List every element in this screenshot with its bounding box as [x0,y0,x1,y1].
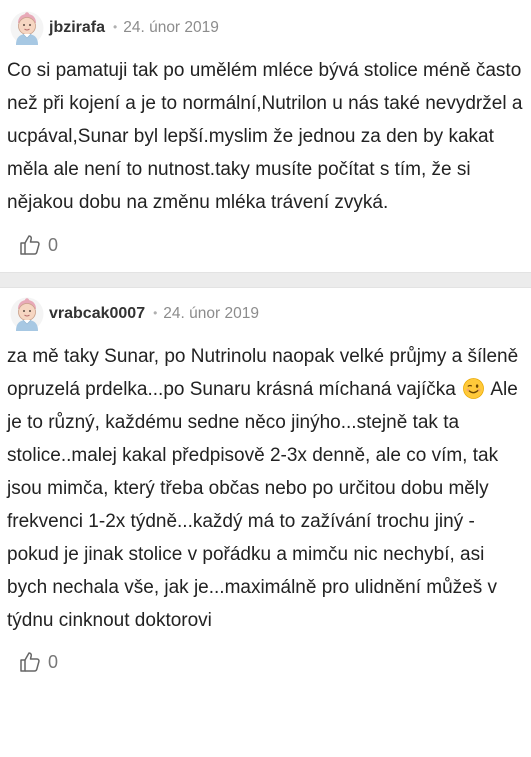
baby-avatar-icon[interactable] [10,11,44,45]
meta-separator: • [113,20,118,34]
comment-date: 24. únor 2019 [123,19,219,36]
baby-avatar-icon[interactable] [10,297,44,331]
comment-text-part: Ale je to různý, každému sedne něco jiný… [7,379,518,631]
winking-face-icon [463,378,485,399]
comment: jbzirafa • 24. únor 2019 Co si pamatuji … [0,0,531,260]
comment-divider [0,272,531,288]
comment-text-part: za mě taky Sunar, po Nutrinolu naopak ve… [7,346,519,400]
comment-header: jbzirafa • 24. únor 2019 [0,10,531,46]
comments-page: jbzirafa • 24. únor 2019 Co si pamatuji … [0,0,531,757]
comment: vrabcak0007 • 24. únor 2019 za mě taky S… [0,288,531,677]
comment-date: 24. únor 2019 [163,305,259,322]
like-count: 0 [48,651,59,672]
like-count: 0 [48,234,59,255]
comment-author[interactable]: jbzirafa [49,19,105,37]
like-row: 0 [0,230,531,260]
thumbs-up-icon[interactable] [18,650,42,674]
meta-separator: • [153,306,158,320]
comment-text: Co si pamatuji tak po umělém mléce bývá … [7,60,523,213]
comment-header: vrabcak0007 • 24. únor 2019 [0,296,531,332]
thumbs-up-icon[interactable] [18,233,42,257]
like-row: 0 [0,647,531,677]
comment-text: za mě taky Sunar, po Nutrinolu naopak ve… [0,340,531,637]
comment-author[interactable]: vrabcak0007 [49,305,145,323]
